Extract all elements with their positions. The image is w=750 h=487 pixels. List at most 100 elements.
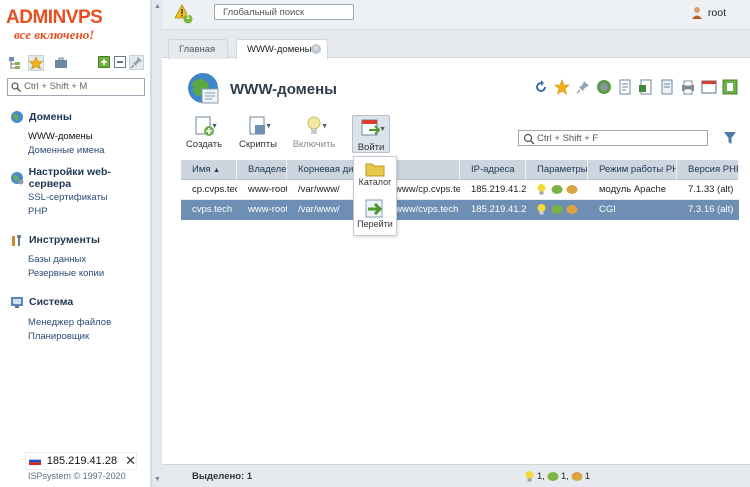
chevron-down-icon: ▼ xyxy=(379,126,386,133)
system-icon xyxy=(11,297,23,308)
sidebar-scrollbar[interactable]: ▲ ▼ xyxy=(151,0,162,487)
cell-root-start: /var/www/ xyxy=(298,204,340,215)
enter-label: Войти xyxy=(357,142,385,153)
cell-params xyxy=(526,180,588,200)
sidebar-item-ssl[interactable]: SSL-сертификаты xyxy=(28,191,150,205)
chevron-down-icon: ▼ xyxy=(265,123,272,130)
scroll-up-icon[interactable]: ▲ xyxy=(154,3,161,10)
sidebar-group-header-system[interactable]: Система xyxy=(10,294,111,310)
tools-icon xyxy=(12,235,21,246)
user-name: root xyxy=(707,6,726,19)
column-header-ip[interactable]: IP-адреса xyxy=(460,160,526,180)
table-row-selected[interactable]: cvps.tech www-root /var/www/ www/cvps.te… xyxy=(181,200,739,220)
menu-item-catalog[interactable]: Каталог xyxy=(354,161,396,187)
globe-icon xyxy=(11,111,23,123)
create-label: Создать xyxy=(185,139,223,150)
sidebar-item-databases[interactable]: Базы данных xyxy=(28,253,104,267)
lightbulb-icon xyxy=(537,184,546,195)
favorites-icon[interactable] xyxy=(28,55,44,71)
pin-icon[interactable] xyxy=(129,55,144,70)
logo: ADMINVPS все включено! xyxy=(6,8,146,44)
sidebar-group-label: Домены xyxy=(29,111,72,123)
notes-icon[interactable] xyxy=(659,79,675,95)
user-menu[interactable]: root xyxy=(691,6,726,19)
database-icon xyxy=(566,184,578,194)
sidebar-search-input[interactable]: Ctrl + Shift + M xyxy=(7,78,145,96)
sidebar-item-scheduler[interactable]: Планировщик xyxy=(28,330,111,344)
user-icon xyxy=(691,7,702,19)
php-icon xyxy=(551,204,563,214)
cell-ip: 185.219.41.28 xyxy=(471,184,526,195)
create-button[interactable]: ▼ Создать xyxy=(180,115,228,150)
globe-page-icon xyxy=(188,73,219,104)
scroll-down-icon[interactable]: ▼ xyxy=(154,476,161,483)
scripts-label: Скрипты xyxy=(239,139,277,150)
sidebar-item-php[interactable]: PHP xyxy=(28,205,150,219)
filter-search-input[interactable]: Ctrl + Shift + F xyxy=(518,130,708,146)
top-bar: 1 Глобальный поиск root xyxy=(162,0,750,30)
briefcase-icon[interactable] xyxy=(54,56,68,70)
sidebar-group-tools: Инструменты Базы данных Резервные копии xyxy=(10,232,104,281)
column-header-params[interactable]: Параметры xyxy=(526,160,588,180)
search-icon xyxy=(523,133,535,145)
sidebar-item-www-domains[interactable]: WWW-домены xyxy=(28,130,105,144)
enable-label: Включить xyxy=(292,139,336,150)
cell-name: cp.cvps.tec xyxy=(192,184,237,195)
cell-ip: 185.219.41.28 xyxy=(471,204,526,215)
sidebar-group-header-web-settings[interactable]: Настройки web-сервера xyxy=(10,166,150,190)
enter-button[interactable]: ▼ Войти xyxy=(352,115,390,153)
sidebar-group-domains: Домены WWW-домены Доменные имена xyxy=(10,109,105,158)
column-header-php-version[interactable]: Версия PHP xyxy=(677,160,739,180)
table-row[interactable]: cp.cvps.tec www-root /var/www/ www/cp.cv… xyxy=(181,180,739,200)
globe-gear-icon xyxy=(11,172,24,185)
enter-dropdown-menu: Каталог Перейти xyxy=(353,156,397,236)
sidebar-item-file-manager[interactable]: Менеджер файлов xyxy=(28,316,111,330)
tree-icon[interactable] xyxy=(8,56,22,70)
cell-params xyxy=(526,200,588,220)
pin-page-icon[interactable] xyxy=(575,79,591,95)
tab-www-domains[interactable]: WWW-домены × xyxy=(236,39,328,59)
favorite-star-icon[interactable] xyxy=(554,79,570,95)
column-header-php-mode[interactable]: Режим работы PHP xyxy=(588,160,677,180)
collapse-all-icon[interactable] xyxy=(114,56,128,70)
sidebar-group-label: Система xyxy=(29,296,74,308)
page-title: WWW-домены xyxy=(230,80,337,98)
column-header-owner[interactable]: Владелец xyxy=(237,160,287,180)
main-content: WWW-домены ▼ Создать ▼ Скрипты ▼ Включит… xyxy=(162,59,750,464)
status-stats: 1, 1, 1 xyxy=(524,470,592,482)
go-arrow-icon xyxy=(365,199,383,218)
exit-icon[interactable] xyxy=(722,79,738,95)
tab-main[interactable]: Главная xyxy=(168,39,228,59)
print-icon[interactable] xyxy=(680,79,696,95)
page-header: WWW-домены xyxy=(186,71,337,107)
excel-icon[interactable] xyxy=(638,79,654,95)
copyright: ISPsystem © 1997-2020 xyxy=(28,471,126,481)
menu-item-go[interactable]: Перейти xyxy=(354,199,396,229)
sidebar-item-domain-names[interactable]: Доменные имена xyxy=(28,144,105,158)
sidebar-group-label: Инструменты xyxy=(29,234,100,246)
expand-all-icon[interactable] xyxy=(98,56,112,70)
sidebar-item-backups[interactable]: Резервные копии xyxy=(28,267,104,281)
table-header: Имя ▲ Владелец Корневая директория IP-ад… xyxy=(181,160,739,180)
sidebar-search-placeholder: Ctrl + Shift + M xyxy=(24,81,88,92)
folder-icon xyxy=(365,163,385,177)
notifications-icon[interactable]: 1 xyxy=(174,4,194,24)
column-header-name[interactable]: Имя ▲ xyxy=(181,160,237,180)
document-icon[interactable] xyxy=(617,79,633,95)
enable-button[interactable]: ▼ Включить xyxy=(290,115,338,150)
close-icon[interactable]: ✕ xyxy=(125,453,136,469)
window-icon[interactable] xyxy=(701,79,717,95)
logo-tagline: все включено! xyxy=(14,27,95,42)
close-tab-icon[interactable]: × xyxy=(311,44,321,54)
sidebar-group-header-tools[interactable]: Инструменты xyxy=(10,232,104,248)
database-icon xyxy=(571,471,583,481)
refresh-icon[interactable] xyxy=(533,79,549,95)
sidebar-group-header-domains[interactable]: Домены xyxy=(10,109,105,125)
help-globe-icon[interactable] xyxy=(596,79,612,95)
filter-icon[interactable] xyxy=(723,131,737,148)
cell-php-version: 7.3.16 (alt) xyxy=(688,204,734,215)
global-search-input[interactable]: Глобальный поиск xyxy=(214,4,354,20)
chevron-down-icon: ▼ xyxy=(211,123,218,130)
cell-php-mode: CGI xyxy=(599,204,616,215)
scripts-button[interactable]: ▼ Скрипты xyxy=(234,115,282,150)
